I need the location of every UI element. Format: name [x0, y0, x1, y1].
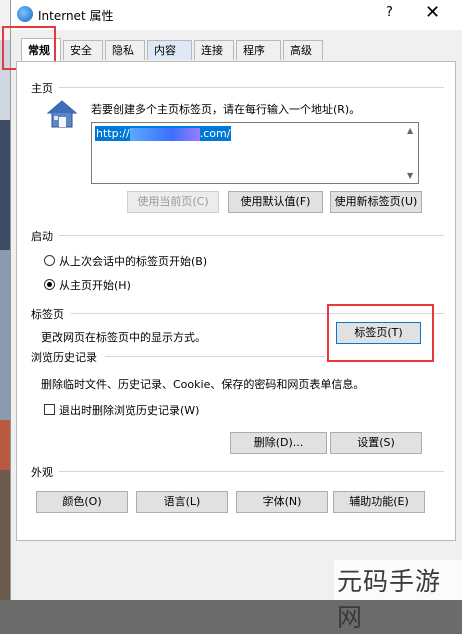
appearance-divider: [59, 471, 444, 472]
home-icon: [46, 100, 78, 128]
internet-options-dialog: Internet 属性 ? ✕ 常规 安全 隐私 内容 连接 程序 高级 主页 …: [2, 0, 462, 600]
fonts-button[interactable]: 字体(N): [236, 491, 328, 513]
close-button[interactable]: ✕: [425, 2, 440, 23]
tab-content[interactable]: 内容: [147, 40, 192, 60]
history-divider: [105, 356, 325, 357]
startup-last-session-label: 从上次会话中的标签页开始(B): [59, 255, 208, 268]
scroll-up-icon[interactable]: ▲: [407, 126, 413, 135]
tab-security[interactable]: 安全: [63, 40, 103, 60]
homepage-description: 若要创建多个主页标签页，请在每行输入一个地址(R)。: [91, 103, 361, 116]
use-new-tab-button[interactable]: 使用新标签页(U): [330, 191, 422, 213]
startup-homepage-label: 从主页开始(H): [59, 279, 131, 292]
tabs-description: 更改网页在标签页中的显示方式。: [41, 331, 206, 344]
startup-divider: [59, 235, 444, 236]
homepage-url-textarea[interactable]: http://.com/ ▲ ▼: [91, 122, 419, 184]
history-description: 删除临时文件、历史记录、Cookie、保存的密码和网页表单信息。: [41, 378, 365, 391]
delete-history-button[interactable]: 删除(D)...: [230, 432, 327, 454]
watermark-text: 元码手游网: [337, 567, 442, 632]
colors-button[interactable]: 颜色(O): [36, 491, 128, 513]
startup-section-label: 启动: [31, 230, 53, 243]
startup-homepage-radio[interactable]: [44, 279, 55, 290]
desktop-background: [0, 0, 10, 600]
tab-advanced[interactable]: 高级: [283, 40, 323, 60]
homepage-url-selected-text: http://.com/: [95, 126, 232, 141]
window-title: Internet 属性: [38, 9, 114, 23]
tabs-section-label: 标签页: [31, 308, 64, 321]
use-default-button[interactable]: 使用默认值(F): [228, 191, 323, 213]
redacted-domain: [129, 127, 200, 141]
homepage-divider: [59, 87, 444, 88]
internet-explorer-icon: [17, 6, 33, 22]
tab-connections[interactable]: 连接: [194, 40, 234, 60]
delete-on-exit-label: 退出时删除浏览历史记录(W): [59, 404, 200, 417]
help-button[interactable]: ?: [386, 5, 393, 20]
startup-last-session-radio[interactable]: [44, 255, 55, 266]
delete-on-exit-checkbox[interactable]: [44, 404, 55, 415]
languages-button[interactable]: 语言(L): [136, 491, 228, 513]
title-bar: Internet 属性 ? ✕: [11, 0, 462, 30]
history-settings-button[interactable]: 设置(S): [330, 432, 422, 454]
history-section-label: 浏览历史记录: [31, 351, 97, 364]
tabs-button-highlight-box: [327, 304, 434, 362]
homepage-section-label: 主页: [31, 82, 53, 95]
use-current-button[interactable]: 使用当前页(C): [127, 191, 219, 213]
tab-privacy[interactable]: 隐私: [105, 40, 145, 60]
appearance-section-label: 外观: [31, 466, 53, 479]
accessibility-button[interactable]: 辅助功能(E): [333, 491, 425, 513]
scroll-down-icon[interactable]: ▼: [407, 171, 413, 180]
tab-programs[interactable]: 程序: [236, 40, 281, 60]
